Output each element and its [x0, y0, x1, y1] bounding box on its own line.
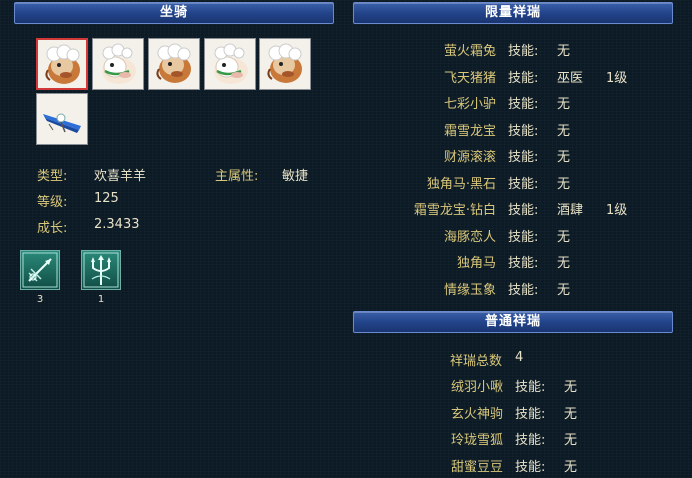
skill-value: 无	[557, 256, 571, 271]
mount-slot[interactable]	[148, 38, 200, 90]
skill-value: 无	[564, 433, 578, 448]
spear-skill-count: 3	[36, 294, 44, 305]
total-value: 4	[515, 350, 524, 365]
skill-value: 无	[564, 406, 578, 422]
mount-name: 玲珑雪狐	[450, 433, 503, 448]
skill-value: 酒肆	[557, 203, 584, 218]
growth-value: 2.3433	[94, 217, 140, 232]
mount-name: 财源滚滚	[443, 150, 496, 165]
mount-slot[interactable]	[36, 38, 88, 90]
skill-label: 技能:	[515, 433, 546, 448]
mount-slot[interactable]	[204, 38, 256, 90]
trident-skill-count: 1	[97, 294, 105, 305]
skill-label: 技能:	[508, 97, 539, 112]
mount-name: 玄火神驹	[450, 406, 503, 422]
skill-label: 技能:	[515, 459, 546, 475]
mount-name: 独角马·黑石	[426, 176, 496, 192]
mount-slot[interactable]	[36, 93, 88, 145]
skill-value: 无	[557, 176, 571, 192]
mount-panel-header: 坐骑	[14, 2, 334, 24]
skill-label: 技能:	[508, 256, 539, 271]
mount-name: 独角马	[456, 256, 496, 271]
limited-panel-header: 限量祥瑞	[353, 2, 673, 24]
skill-label: 技能:	[508, 229, 539, 245]
type-value: 欢喜羊羊	[94, 169, 147, 184]
mount-name: 情缘玉象	[443, 282, 496, 298]
mount-name: 萤火霜兔	[443, 44, 496, 59]
skill-label: 技能:	[508, 150, 539, 165]
growth-label: 成长:	[37, 221, 68, 236]
mount-name: 七彩小驴	[443, 97, 496, 112]
level-label: 等级:	[37, 195, 68, 210]
total-label: 祥瑞总数	[449, 354, 502, 369]
mount-slot[interactable]	[92, 38, 144, 90]
mount-name: 绒羽小啾	[450, 380, 503, 395]
mount-name: 霜雪龙宝	[443, 123, 496, 139]
trident-skill-icon[interactable]	[81, 250, 121, 290]
main-attr-value: 敏捷	[282, 169, 309, 184]
skill-label: 技能:	[508, 282, 539, 298]
skill-value: 巫医	[557, 70, 584, 86]
main-attr-label: 主属性:	[215, 169, 259, 184]
skill-value: 无	[557, 229, 571, 245]
skill-value: 无	[557, 123, 571, 139]
skill-label: 技能:	[508, 70, 539, 86]
skill-label: 技能:	[508, 44, 539, 59]
skill-label: 技能:	[515, 380, 546, 395]
mount-name: 霜雪龙宝·钻白	[413, 203, 496, 218]
skill-value: 无	[564, 380, 578, 395]
skill-label: 技能:	[508, 123, 539, 139]
skill-label: 技能:	[508, 176, 539, 192]
spear-skill-icon[interactable]	[20, 250, 60, 290]
skill-level: 1级	[606, 203, 628, 218]
mount-slot[interactable]	[259, 38, 311, 90]
level-value: 125	[94, 191, 119, 206]
skill-level: 1级	[606, 70, 628, 86]
normal-panel-header: 普通祥瑞	[353, 311, 673, 333]
mount-name: 飞天猪猪	[443, 70, 496, 86]
type-label: 类型:	[37, 169, 68, 184]
skill-value: 无	[557, 44, 571, 59]
mount-name: 海豚恋人	[443, 229, 496, 245]
skill-label: 技能:	[515, 406, 546, 422]
skill-value: 无	[557, 282, 571, 298]
skill-label: 技能:	[508, 203, 539, 218]
skill-value: 无	[557, 97, 571, 112]
skill-value: 无	[564, 459, 578, 475]
mount-name: 甜蜜豆豆	[450, 459, 503, 475]
skill-value: 无	[557, 150, 571, 165]
